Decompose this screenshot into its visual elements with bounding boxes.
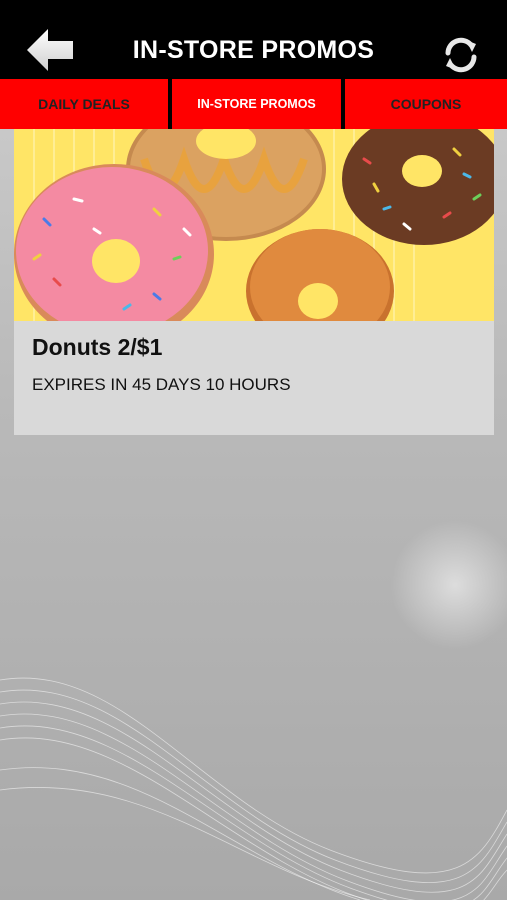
top-app-bar: IN-STORE PROMOS <box>0 0 507 79</box>
background-glow <box>390 520 507 650</box>
tab-bar: DAILY DEALS IN-STORE PROMOS COUPONS <box>0 79 507 129</box>
page-title: IN-STORE PROMOS <box>132 36 375 64</box>
promo-card[interactable]: Donuts 2/$1 EXPIRES IN 45 DAYS 10 HOURS <box>14 129 494 435</box>
promo-title: Donuts 2/$1 <box>32 334 163 360</box>
tab-in-store-promos[interactable]: IN-STORE PROMOS <box>172 79 341 129</box>
tab-daily-deals[interactable]: DAILY DEALS <box>0 79 168 129</box>
promo-expiry: EXPIRES IN 45 DAYS 10 HOURS <box>32 375 291 394</box>
background-waves <box>0 677 507 900</box>
tab-coupons[interactable]: COUPONS <box>345 79 507 129</box>
refresh-icon <box>445 37 477 73</box>
refresh-button[interactable] <box>440 34 482 76</box>
donuts-photo <box>14 129 494 321</box>
